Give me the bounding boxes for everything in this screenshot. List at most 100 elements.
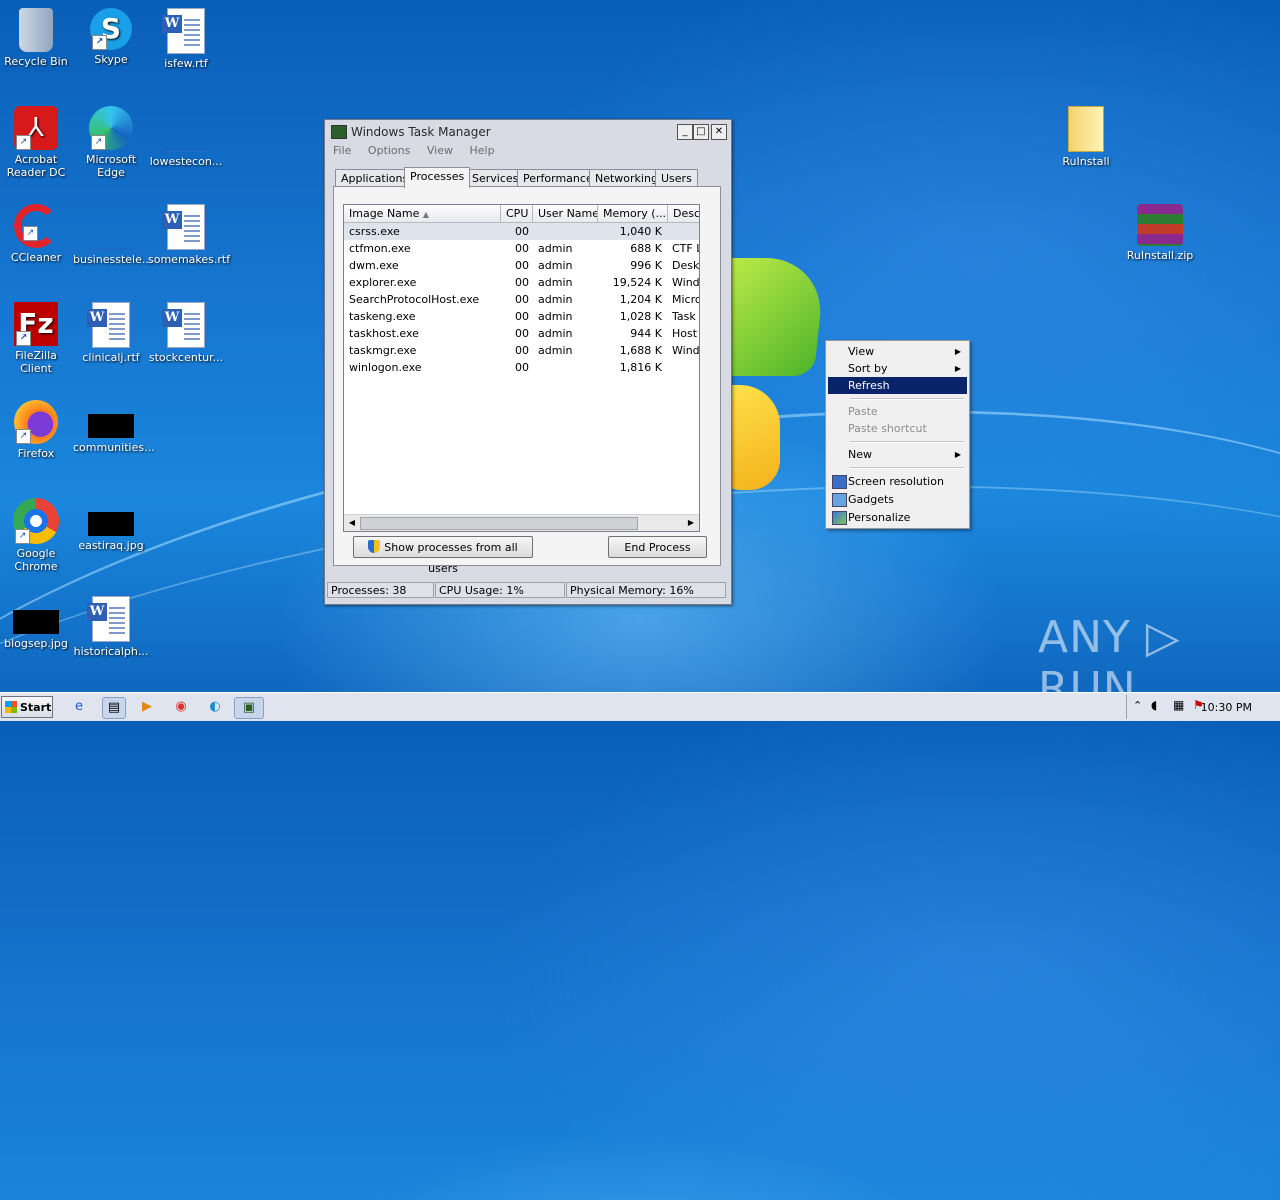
table-row[interactable]: explorer.exe 00 admin 19,524 K Wind	[344, 274, 699, 291]
tab-networking[interactable]: Networking	[589, 169, 664, 187]
cell-cpu: 00	[515, 344, 529, 357]
cell-cpu: 00	[515, 293, 529, 306]
column-header-user-name[interactable]: User Name	[533, 205, 598, 222]
end-process-button[interactable]: End Process	[608, 536, 707, 558]
menu-view[interactable]: View	[427, 144, 453, 157]
desktop-icon-skype[interactable]: S ↗ Skype	[73, 8, 149, 66]
show-all-processes-button[interactable]: Show processes from all users	[353, 536, 533, 575]
cell-desc: Deskt	[672, 259, 700, 272]
menu-file[interactable]: File	[333, 144, 351, 157]
menu-item-screen-resolution[interactable]: Screen resolution	[828, 473, 967, 490]
network-icon[interactable]: ▦	[1173, 698, 1184, 712]
title-bar[interactable]: Windows Task Manager _ □ ✕	[329, 123, 727, 141]
table-row[interactable]: taskeng.exe 00 admin 1,028 K Task	[344, 308, 699, 325]
desktop-icon-label: Firefox	[17, 447, 55, 460]
desktop-icon-blogsep-jpg[interactable]: blogsep.jpg	[0, 596, 74, 650]
desktop-icon-label: businesstele...	[73, 253, 153, 266]
cell-desc: Host	[672, 327, 698, 340]
desktop-icon-ccleaner[interactable]: ↗ CCleaner	[0, 204, 74, 264]
horizontal-scrollbar[interactable]: ◀ ▶	[344, 514, 699, 531]
minimize-button[interactable]: _	[677, 124, 693, 140]
desktop-icon-isfew-rtf[interactable]: W isfew.rtf	[148, 8, 224, 70]
table-row[interactable]: ctfmon.exe 00 admin 688 K CTF L	[344, 240, 699, 257]
table-row[interactable]: csrss.exe 00 1,040 K	[344, 223, 699, 240]
menu-separator	[850, 441, 964, 443]
internet-explorer-icon[interactable]: e	[68, 697, 90, 717]
desktop-icon-eastiraq-jpg[interactable]: eastiraq.jpg	[73, 498, 149, 552]
table-row[interactable]: SearchProtocolHost.exe 00 admin 1,204 K Micr…	[344, 291, 699, 308]
chrome-taskbar-icon[interactable]: ◉	[170, 697, 192, 717]
media-player-icon[interactable]: ▶	[136, 697, 158, 717]
process-list[interactable]: Image Name ▲ CPU User Name Memory (... D…	[343, 204, 700, 532]
desktop-icon-recycle-bin[interactable]: Recycle Bin	[0, 8, 74, 68]
menu-help[interactable]: Help	[469, 144, 494, 157]
cell-name: taskeng.exe	[349, 310, 416, 323]
desktop-icon-businesstele[interactable]: businesstele...	[73, 204, 153, 266]
tab-applications[interactable]: Applications	[335, 169, 415, 187]
desktop-icon-communities[interactable]: communities...	[73, 400, 155, 454]
column-header-image-name[interactable]: Image Name ▲	[344, 205, 501, 222]
cell-user: admin	[538, 276, 573, 289]
desktop-icon-lowestecon[interactable]: lowestecon...	[148, 106, 224, 168]
scroll-left-icon[interactable]: ◀	[346, 517, 358, 529]
filezilla-icon: Fz ↗	[14, 302, 58, 346]
desktop-icon-clinicalj-rtf[interactable]: W clinicalj.rtf	[73, 302, 149, 364]
menu-item-personalize[interactable]: Personalize	[828, 509, 967, 526]
shortcut-arrow-icon: ↗	[16, 331, 31, 346]
show-hidden-icons-icon[interactable]: ⌃	[1133, 699, 1142, 712]
personalize-icon	[832, 511, 847, 525]
maximize-button[interactable]: □	[693, 124, 709, 140]
menu-item-view[interactable]: View ▶	[828, 343, 967, 360]
clock[interactable]: 10:30 PM	[1201, 701, 1252, 714]
desktop-icon-edge[interactable]: ↗ Microsoft Edge	[73, 106, 149, 179]
volume-icon[interactable]: ◖	[1151, 698, 1157, 712]
table-row[interactable]: dwm.exe 00 admin 996 K Deskt	[344, 257, 699, 274]
tab-performance[interactable]: Performance	[517, 169, 599, 187]
menu-item-sort-by[interactable]: Sort by ▶	[828, 360, 967, 377]
desktop-icon-historicalph[interactable]: W historicalph...	[73, 596, 149, 658]
menu-options[interactable]: Options	[368, 144, 410, 157]
winrar-archive-icon	[1137, 204, 1183, 246]
table-row[interactable]: taskmgr.exe 00 admin 1,688 K Wind	[344, 342, 699, 359]
tab-processes[interactable]: Processes	[404, 167, 471, 188]
desktop-icon-ruinstall[interactable]: RuInstall	[1048, 106, 1124, 168]
tab-users[interactable]: Users	[655, 169, 698, 187]
scrollbar-thumb[interactable]	[360, 517, 638, 530]
task-manager-taskbar-button[interactable]: ▣	[234, 697, 264, 719]
column-header-description[interactable]: Desc	[668, 205, 699, 222]
taskbar: Start e ▤ ▶ ◉ ◐ ▣ ⌃ ◖ ▦ ⚑ 10:30 PM	[0, 692, 1280, 721]
edge-icon: ↗	[89, 106, 133, 150]
menu-item-gadgets[interactable]: Gadgets	[828, 491, 967, 508]
desktop-icon-ruinstall-zip[interactable]: RuInstall.zip	[1122, 204, 1198, 262]
desktop-icon-chrome[interactable]: ↗ Google Chrome	[0, 498, 74, 573]
menu-item-paste-shortcut[interactable]: Paste shortcut	[828, 420, 967, 437]
desktop-icon-firefox[interactable]: ↗ Firefox	[0, 400, 74, 460]
monitor-icon	[832, 475, 847, 489]
desktop-icon-filezilla[interactable]: Fz ↗ FileZilla Client	[0, 302, 74, 375]
acrobat-icon: ⅄ ↗	[14, 106, 58, 150]
column-header-cpu[interactable]: CPU	[501, 205, 533, 222]
desktop-icon-acrobat[interactable]: ⅄ ↗ Acrobat Reader DC	[0, 106, 74, 179]
edge-taskbar-icon[interactable]: ◐	[204, 697, 226, 717]
menu-separator	[850, 467, 964, 469]
desktop-icon-somemakes-rtf[interactable]: W somemakes.rtf	[148, 204, 230, 266]
explorer-folder-icon[interactable]: ▤	[102, 697, 126, 719]
scroll-right-icon[interactable]: ▶	[685, 517, 697, 529]
menu-item-new[interactable]: New ▶	[828, 446, 967, 463]
desktop-icon-label: isfew.rtf	[164, 57, 208, 70]
cell-mem: 944 K	[630, 327, 662, 340]
desktop-icon-label: eastiraq.jpg	[78, 539, 144, 552]
cell-name: dwm.exe	[349, 259, 399, 272]
table-row[interactable]: taskhost.exe 00 admin 944 K Host	[344, 325, 699, 342]
cell-name: SearchProtocolHost.exe	[349, 293, 480, 306]
table-row[interactable]: winlogon.exe 00 1,816 K	[344, 359, 699, 376]
task-manager-window[interactable]: Windows Task Manager _ □ ✕ File Options …	[324, 119, 732, 605]
menu-item-refresh[interactable]: Refresh	[828, 377, 967, 394]
start-button[interactable]: Start	[1, 696, 53, 718]
column-header-memory[interactable]: Memory (...	[598, 205, 668, 222]
close-button[interactable]: ✕	[711, 124, 727, 140]
tab-services[interactable]: Services	[466, 169, 525, 187]
chrome-icon: ↗	[13, 498, 59, 544]
desktop-icon-stockcentur[interactable]: W stockcentur...	[148, 302, 224, 364]
menu-item-paste[interactable]: Paste	[828, 403, 967, 420]
